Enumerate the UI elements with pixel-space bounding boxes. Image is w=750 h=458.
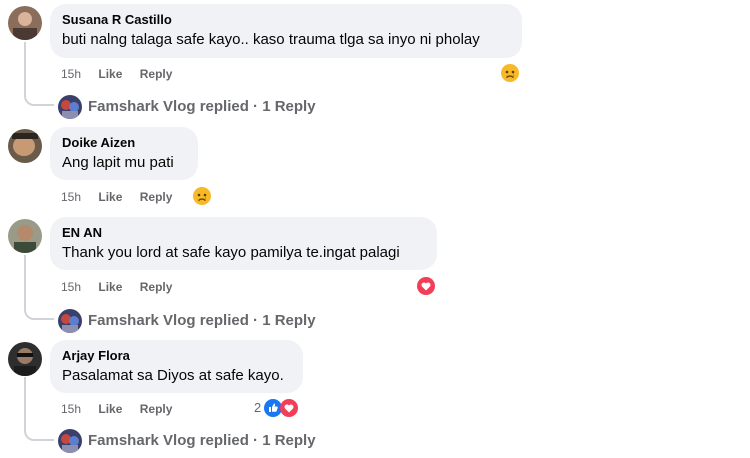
view-replies-link[interactable]: Famshark Vlog replied · 1 Reply [58, 309, 316, 333]
comment-text: Thank you lord at safe kayo pamilya te.i… [62, 244, 400, 261]
thread-connector [24, 255, 54, 320]
comment-time[interactable]: 15h [61, 67, 81, 81]
avatar-image [8, 219, 42, 253]
love-reaction-icon[interactable] [280, 399, 298, 417]
comment-author[interactable]: Arjay Flora [62, 347, 291, 364]
reply-button[interactable]: Reply [140, 402, 173, 416]
thread-connector [24, 377, 54, 441]
comment-author[interactable]: EN AN [62, 224, 425, 241]
like-button[interactable]: Like [98, 280, 122, 294]
avatar-image [8, 129, 42, 163]
view-replies-link[interactable]: Famshark Vlog replied · 1 Reply [58, 429, 316, 453]
comment-bubble: Arjay Flora Pasalamat sa Diyos at safe k… [50, 340, 303, 393]
famshark-avatar [58, 95, 82, 119]
comment-author[interactable]: Doike Aizen [62, 134, 186, 151]
comment-text: Pasalamat sa Diyos at safe kayo. [62, 367, 284, 384]
love-reaction-icon[interactable] [417, 277, 435, 295]
comment-author[interactable]: Susana R Castillo [62, 11, 510, 28]
avatar[interactable] [8, 342, 42, 376]
reaction-count[interactable]: 2 [254, 400, 261, 415]
comment-bubble: Susana R Castillo buti nalng talaga safe… [50, 4, 522, 58]
view-replies-link[interactable]: Famshark Vlog replied · 1 Reply [58, 95, 316, 119]
avatar[interactable] [8, 129, 42, 163]
comment-actions: 15h Like Reply [61, 401, 186, 417]
like-button[interactable]: Like [98, 67, 122, 81]
thread-connector [24, 42, 54, 106]
like-button[interactable]: Like [98, 190, 122, 204]
comment-actions: 15h Like Reply [61, 66, 186, 82]
like-button[interactable]: Like [98, 402, 122, 416]
reply-summary: Famshark Vlog replied · 1 Reply [88, 311, 316, 329]
sad-reaction-icon[interactable] [501, 64, 519, 82]
famshark-avatar [58, 429, 82, 453]
reply-button[interactable]: Reply [140, 67, 173, 81]
comment-text: Ang lapit mu pati [62, 154, 174, 171]
comment-actions: 15h Like Reply [61, 189, 186, 205]
famshark-avatar [58, 309, 82, 333]
reply-button[interactable]: Reply [140, 280, 173, 294]
comment-bubble: Doike Aizen Ang lapit mu pati [50, 127, 198, 180]
comment-text: buti nalng talaga safe kayo.. kaso traum… [62, 31, 480, 48]
avatar-image [8, 342, 42, 376]
comment-time[interactable]: 15h [61, 280, 81, 294]
comment-time[interactable]: 15h [61, 190, 81, 204]
avatar[interactable] [8, 6, 42, 40]
avatar[interactable] [8, 219, 42, 253]
reply-summary: Famshark Vlog replied · 1 Reply [88, 431, 316, 449]
reply-summary: Famshark Vlog replied · 1 Reply [88, 97, 316, 115]
comment-bubble: EN AN Thank you lord at safe kayo pamily… [50, 217, 437, 270]
reply-button[interactable]: Reply [140, 190, 173, 204]
avatar-image [8, 6, 42, 40]
comment-time[interactable]: 15h [61, 402, 81, 416]
comment-actions: 15h Like Reply [61, 279, 186, 295]
sad-reaction-icon[interactable] [193, 187, 211, 205]
